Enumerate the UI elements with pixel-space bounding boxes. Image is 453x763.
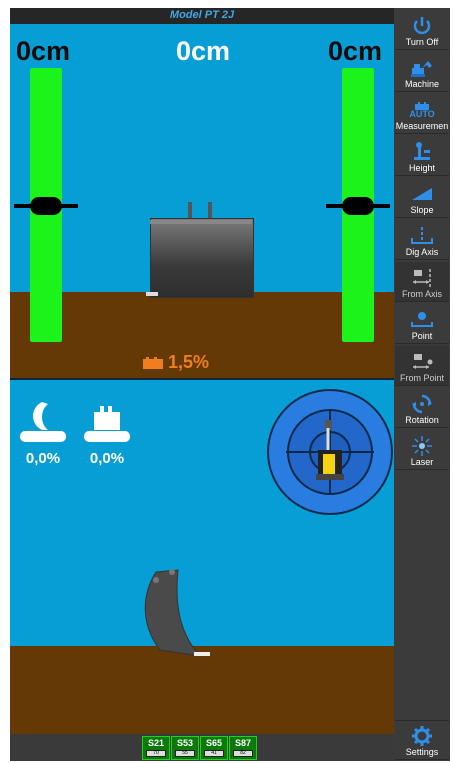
sidebar-item-label: Dig Axis <box>405 247 439 257</box>
sidebar-item-measurement[interactable]: AUTO Measuremen <box>395 94 449 134</box>
slope-value: 1,5% <box>168 352 210 372</box>
sat-battery: 41 <box>204 750 224 757</box>
rotation-icon <box>412 394 432 414</box>
sat-label: S87 <box>234 738 251 748</box>
bucket-tilt-icon <box>84 406 130 442</box>
settings-button[interactable]: Settings <box>395 720 449 760</box>
sidebar-item-label: Slope <box>410 205 434 215</box>
excavator-icon <box>411 61 432 77</box>
bucket-edge-marker <box>146 292 158 296</box>
satellite-status-group: S21 70 S53 55 S65 41 S87 82 <box>142 736 257 760</box>
height-icon <box>414 142 430 160</box>
sidebar-item-height[interactable]: Height <box>395 136 449 176</box>
sidebar-item-machine[interactable]: Machine <box>395 52 449 92</box>
sidebar-item-turn-off[interactable]: Turn Off <box>395 10 449 50</box>
right-level-indicator <box>342 197 374 215</box>
sidebar-item-label: Rotation <box>405 415 439 425</box>
sat-s21[interactable]: S21 70 <box>142 736 170 760</box>
left-tilt-tile: 0,0% <box>18 400 68 467</box>
sidebar-item-label: Point <box>411 331 433 341</box>
right-height-value: 0cm <box>328 36 383 66</box>
sat-label: S21 <box>147 738 164 748</box>
sat-label: S53 <box>176 738 193 748</box>
model-title: Model PT 2J <box>169 9 235 21</box>
app-screen: Model PT 2J 0cm 0cm 0cm 1,5% 0,0% 0,0% S… <box>10 8 450 761</box>
bucket-front-view <box>150 218 254 298</box>
left-tilt-value: 0,0% <box>25 450 61 467</box>
slope-readout: 1,5% <box>142 352 209 373</box>
power-icon <box>413 17 431 35</box>
sat-s53[interactable]: S53 55 <box>171 736 199 760</box>
right-tilt-tile: 0,0% <box>82 400 132 467</box>
front-view-panel[interactable]: 0cm 0cm 0cm 1,5% <box>10 24 394 378</box>
sat-s65[interactable]: S65 41 <box>200 736 228 760</box>
from-axis-icon <box>413 269 431 287</box>
sidebar-item-slope[interactable]: Slope <box>395 178 449 218</box>
center-height-value: 0cm <box>176 36 231 66</box>
sidebar-item-rotation[interactable]: Rotation <box>395 388 449 428</box>
from-point-icon <box>413 354 433 369</box>
sidebar-item-label: Height <box>408 163 435 173</box>
left-height-value: 0cm <box>16 36 71 66</box>
sat-s87[interactable]: S87 82 <box>229 736 257 760</box>
sat-battery: 55 <box>175 750 195 757</box>
sat-battery: 82 <box>233 750 253 757</box>
laser-icon <box>412 436 432 456</box>
sidebar-item-dig-axis[interactable]: Dig Axis <box>395 220 449 260</box>
sidebar: Turn Off Machine AUTO Measuremen Height … <box>394 8 450 761</box>
rotation-radar[interactable] <box>266 388 394 516</box>
gear-icon <box>412 726 432 746</box>
sidebar-item-from-axis[interactable]: From Axis <box>395 262 449 302</box>
sidebar-item-label: From Point <box>399 373 444 383</box>
sidebar-item-point[interactable]: Point <box>395 304 449 344</box>
auto-badge: AUTO <box>409 108 435 119</box>
settings-label: Settings <box>405 747 439 757</box>
bucket-lip <box>150 220 252 224</box>
sidebar-item-laser[interactable]: Laser <box>395 430 449 470</box>
sidebar-item-label: Turn Off <box>405 37 439 47</box>
crescent-tilt-icon <box>20 402 66 442</box>
sidebar-item-from-point[interactable]: From Point <box>395 346 449 386</box>
sidebar-item-label: Machine <box>404 79 440 89</box>
sat-battery: 70 <box>146 750 166 757</box>
right-tilt-value: 0,0% <box>89 450 125 467</box>
bucket-side-view <box>144 569 210 657</box>
point-icon <box>411 312 433 327</box>
sidebar-item-label: Laser <box>410 457 434 467</box>
sat-label: S65 <box>205 738 222 748</box>
sidebar-item-label: Measuremen <box>395 121 449 131</box>
dig-axis-icon <box>411 227 433 244</box>
left-level-indicator <box>30 197 62 215</box>
side-view-panel[interactable]: 0,0% 0,0% <box>10 378 394 736</box>
bucket-slope-icon <box>143 356 163 369</box>
sidebar-item-label: From Axis <box>401 289 442 299</box>
slope-icon <box>412 188 432 200</box>
title-bar: Model PT 2J <box>10 8 394 24</box>
status-bar: S21 70 S53 55 S65 41 S87 82 <box>10 734 394 761</box>
